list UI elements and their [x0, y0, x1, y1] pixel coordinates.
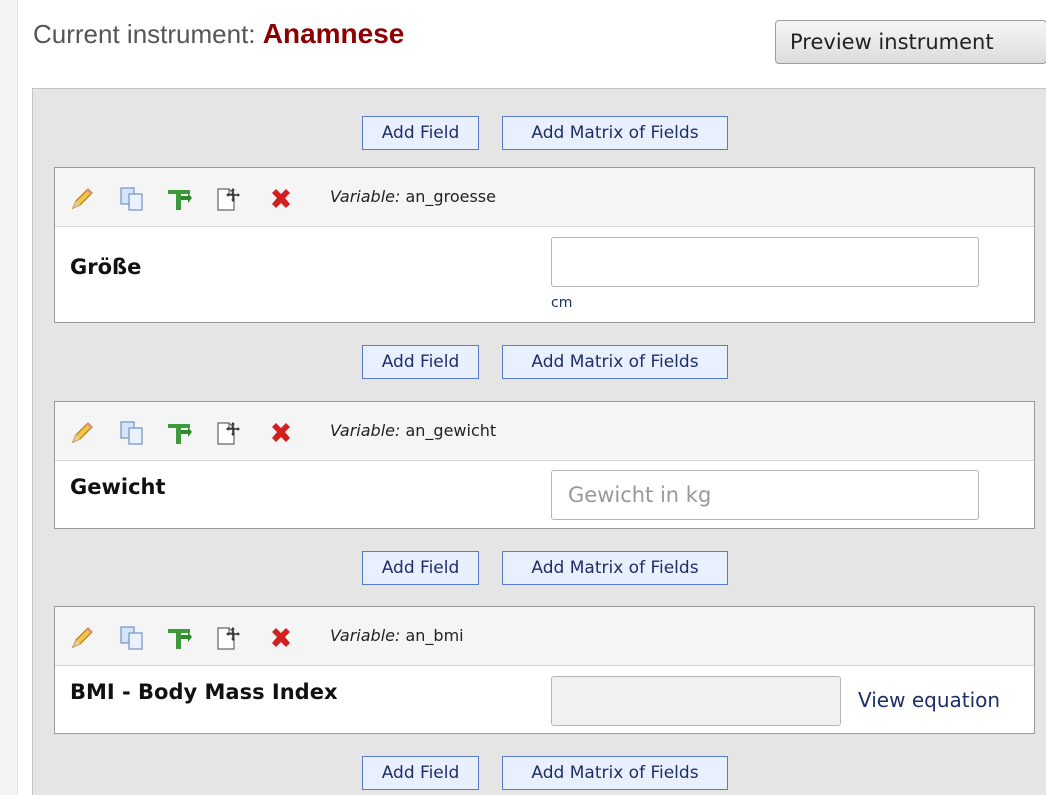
move-field-icon[interactable]	[215, 186, 241, 212]
field-label: Größe	[70, 255, 142, 279]
field-toolbar: Variable: an_bmi	[55, 607, 1034, 666]
add-matrix-button[interactable]: Add Matrix of Fields	[502, 551, 728, 585]
add-field-button[interactable]: Add Field	[362, 551, 479, 585]
field-card-an-groesse: Variable: an_groesse Größe cm	[54, 167, 1035, 323]
preview-instrument-button[interactable]: Preview instrument	[775, 20, 1046, 64]
variable-name: Variable: an_bmi	[330, 626, 464, 645]
copy-field-icon[interactable]	[119, 420, 145, 446]
field-card-an-gewicht: Variable: an_gewicht Gewicht Gewicht in …	[54, 401, 1035, 529]
branching-logic-icon[interactable]	[166, 420, 192, 446]
add-field-button[interactable]: Add Field	[362, 345, 479, 379]
copy-field-icon[interactable]	[119, 186, 145, 212]
view-equation-link[interactable]: View equation	[858, 688, 1000, 712]
add-matrix-button[interactable]: Add Matrix of Fields	[502, 345, 728, 379]
pencil-edit-icon[interactable]	[69, 186, 95, 212]
branching-logic-icon[interactable]	[166, 186, 192, 212]
text-input-field[interactable]	[551, 237, 979, 287]
online-designer-area: Add Field Add Matrix of Fields Variable:…	[32, 88, 1046, 795]
add-field-button[interactable]: Add Field	[362, 116, 479, 150]
delete-field-icon[interactable]	[268, 625, 294, 651]
add-field-button[interactable]: Add Field	[362, 756, 479, 790]
add-matrix-button[interactable]: Add Matrix of Fields	[502, 756, 728, 790]
calculated-field-input[interactable]	[551, 676, 841, 726]
field-label: Gewicht	[70, 475, 166, 499]
text-input-field[interactable]: Gewicht in kg	[551, 470, 979, 520]
add-field-row: Add Field Add Matrix of Fields	[33, 756, 1046, 792]
field-toolbar: Variable: an_gewicht	[55, 402, 1034, 461]
add-matrix-button[interactable]: Add Matrix of Fields	[502, 116, 728, 150]
variable-name: Variable: an_groesse	[330, 187, 496, 206]
branching-logic-icon[interactable]	[166, 625, 192, 651]
add-field-row: Add Field Add Matrix of Fields	[33, 551, 1046, 587]
move-field-icon[interactable]	[215, 625, 241, 651]
field-label: BMI - Body Mass Index	[70, 680, 338, 704]
field-toolbar: Variable: an_groesse	[55, 168, 1034, 227]
delete-field-icon[interactable]	[268, 186, 294, 212]
current-instrument-heading: Current instrument: Anamnese	[33, 18, 404, 68]
delete-field-icon[interactable]	[268, 420, 294, 446]
instrument-name: Anamnese	[262, 18, 405, 49]
add-field-row: Add Field Add Matrix of Fields	[33, 116, 1046, 152]
add-field-row: Add Field Add Matrix of Fields	[33, 345, 1046, 381]
field-unit-note: cm	[551, 295, 573, 311]
current-instrument-prefix: Current instrument:	[33, 19, 256, 49]
variable-name: Variable: an_gewicht	[330, 421, 497, 440]
left-sidebar-edge	[0, 0, 18, 795]
copy-field-icon[interactable]	[119, 625, 145, 651]
field-card-an-bmi: Variable: an_bmi BMI - Body Mass Index V…	[54, 606, 1035, 734]
move-field-icon[interactable]	[215, 420, 241, 446]
pencil-edit-icon[interactable]	[69, 420, 95, 446]
pencil-edit-icon[interactable]	[69, 625, 95, 651]
